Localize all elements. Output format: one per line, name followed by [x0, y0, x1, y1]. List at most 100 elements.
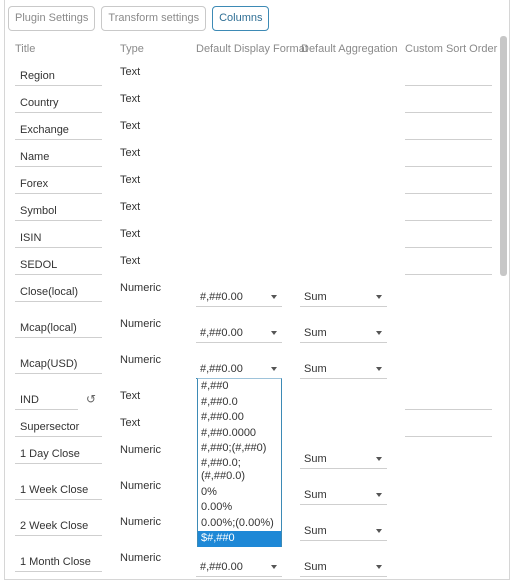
sort-order-input[interactable]	[405, 417, 492, 437]
sort-order-input[interactable]	[405, 390, 492, 410]
type-label: Numeric	[120, 444, 161, 456]
tab-plugin-settings[interactable]: Plugin Settings	[8, 6, 96, 31]
chevron-down-icon	[376, 529, 382, 533]
sort-order-input[interactable]	[405, 201, 492, 221]
aggregation-select[interactable]: Sum	[300, 449, 387, 469]
format-value: #,##0.00	[200, 327, 243, 339]
column-row: Mcap(local) Numeric #,##0.00 Sum	[0, 318, 512, 354]
sort-order-input[interactable]	[405, 228, 492, 248]
title-input[interactable]: IND	[15, 390, 78, 410]
title-input[interactable]: 1 Day Close	[15, 444, 102, 464]
format-select[interactable]: #,##0.00	[196, 557, 282, 577]
chevron-down-icon	[376, 457, 382, 461]
sort-order-input[interactable]	[405, 120, 492, 140]
aggregation-value: Sum	[304, 453, 327, 465]
sort-order-input[interactable]	[405, 66, 492, 86]
aggregation-value: Sum	[304, 525, 327, 537]
format-value: #,##0.00	[200, 561, 243, 573]
format-select[interactable]: #,##0.00	[196, 323, 282, 343]
header-title: Title	[15, 43, 36, 55]
type-label: Numeric	[120, 480, 161, 492]
aggregation-select[interactable]: Sum	[300, 521, 387, 541]
format-value: #,##0.00	[200, 363, 243, 375]
type-label: Numeric	[120, 282, 161, 294]
title-input[interactable]: Name	[15, 147, 102, 167]
header-sort-order: Custom Sort Order	[405, 43, 498, 55]
aggregation-select[interactable]: Sum	[300, 359, 387, 379]
dropdown-option[interactable]: #,##0;(#,##0)	[198, 441, 281, 457]
chevron-down-icon	[271, 367, 277, 371]
type-label: Numeric	[120, 354, 161, 366]
dropdown-option[interactable]: #,##0.0	[198, 395, 281, 411]
type-label: Text	[120, 147, 141, 159]
sort-order-input[interactable]	[405, 174, 492, 194]
tab-bar: Plugin Settings Transform settings Colum…	[8, 6, 270, 32]
type-label: Text	[120, 228, 141, 240]
title-input[interactable]: Country	[15, 93, 102, 113]
format-select[interactable]: #,##0.00	[196, 359, 282, 379]
dropdown-option[interactable]: 0.00%;(0.00%)	[198, 516, 281, 532]
type-label: Numeric	[120, 318, 161, 330]
dropdown-option[interactable]: 0.00%	[198, 500, 281, 516]
title-input[interactable]: 1 Week Close	[15, 480, 102, 500]
column-header-row: Title Type Default Display Format Defaul…	[0, 43, 512, 57]
title-input[interactable]: Symbol	[15, 201, 102, 221]
format-dropdown-list: #,##0 #,##0.0 #,##0.00 #,##0.0000 #,##0;…	[197, 378, 282, 547]
aggregation-value: Sum	[304, 363, 327, 375]
chevron-down-icon	[376, 367, 382, 371]
dropdown-option[interactable]: 0%	[198, 485, 281, 501]
type-label: Text	[120, 201, 141, 213]
type-label: Text	[120, 390, 141, 402]
aggregation-select[interactable]: Sum	[300, 557, 387, 577]
chevron-down-icon	[376, 565, 382, 569]
title-input[interactable]: 2 Week Close	[15, 516, 102, 536]
title-input[interactable]: Region	[15, 66, 102, 86]
title-input[interactable]: SEDOL	[15, 255, 102, 275]
type-label: Text	[120, 93, 141, 105]
dropdown-option-selected[interactable]: $#,##0	[198, 531, 281, 547]
dropdown-option[interactable]: #,##0	[198, 379, 281, 395]
header-aggregation: Default Aggregation	[301, 43, 398, 55]
column-row: Close(local) Numeric #,##0.00 Sum	[0, 282, 512, 318]
dropdown-option[interactable]: #,##0.00	[198, 410, 281, 426]
sort-order-input[interactable]	[405, 255, 492, 275]
title-input[interactable]: Mcap(USD)	[15, 354, 102, 374]
tab-transform-settings[interactable]: Transform settings	[101, 6, 207, 31]
aggregation-value: Sum	[304, 327, 327, 339]
header-type: Type	[120, 43, 144, 55]
chevron-down-icon	[271, 295, 277, 299]
title-input[interactable]: Forex	[15, 174, 102, 194]
column-row: 1 Month Close Numeric #,##0.00 Sum	[0, 552, 512, 588]
aggregation-value: Sum	[304, 291, 327, 303]
title-input[interactable]: Mcap(local)	[15, 318, 102, 338]
chevron-down-icon	[271, 331, 277, 335]
aggregation-select[interactable]: Sum	[300, 287, 387, 307]
tab-columns[interactable]: Columns	[212, 6, 270, 31]
vertical-scrollbar[interactable]	[500, 36, 507, 276]
type-label: Text	[120, 66, 141, 78]
type-label: Text	[120, 174, 141, 186]
undo-icon[interactable]: ↺	[86, 392, 96, 406]
format-select[interactable]: #,##0.00	[196, 287, 282, 307]
sort-order-input[interactable]	[405, 147, 492, 167]
title-input[interactable]: Close(local)	[15, 282, 102, 302]
type-label: Text	[120, 255, 141, 267]
title-input[interactable]: 1 Month Close	[15, 552, 102, 572]
aggregation-select[interactable]: Sum	[300, 485, 387, 505]
header-format: Default Display Format	[196, 43, 308, 55]
aggregation-value: Sum	[304, 489, 327, 501]
title-input[interactable]: Exchange	[15, 120, 102, 140]
type-label: Numeric	[120, 552, 161, 564]
type-label: Text	[120, 120, 141, 132]
title-input[interactable]: ISIN	[15, 228, 102, 248]
chevron-down-icon	[376, 493, 382, 497]
aggregation-value: Sum	[304, 561, 327, 573]
type-label: Text	[120, 417, 141, 429]
title-input[interactable]: Supersector	[15, 417, 102, 437]
dropdown-option[interactable]: #,##0.0;(#,##0.0)	[198, 457, 281, 485]
aggregation-select[interactable]: Sum	[300, 323, 387, 343]
sort-order-input[interactable]	[405, 93, 492, 113]
dropdown-option[interactable]: #,##0.0000	[198, 426, 281, 442]
chevron-down-icon	[376, 295, 382, 299]
chevron-down-icon	[271, 565, 277, 569]
